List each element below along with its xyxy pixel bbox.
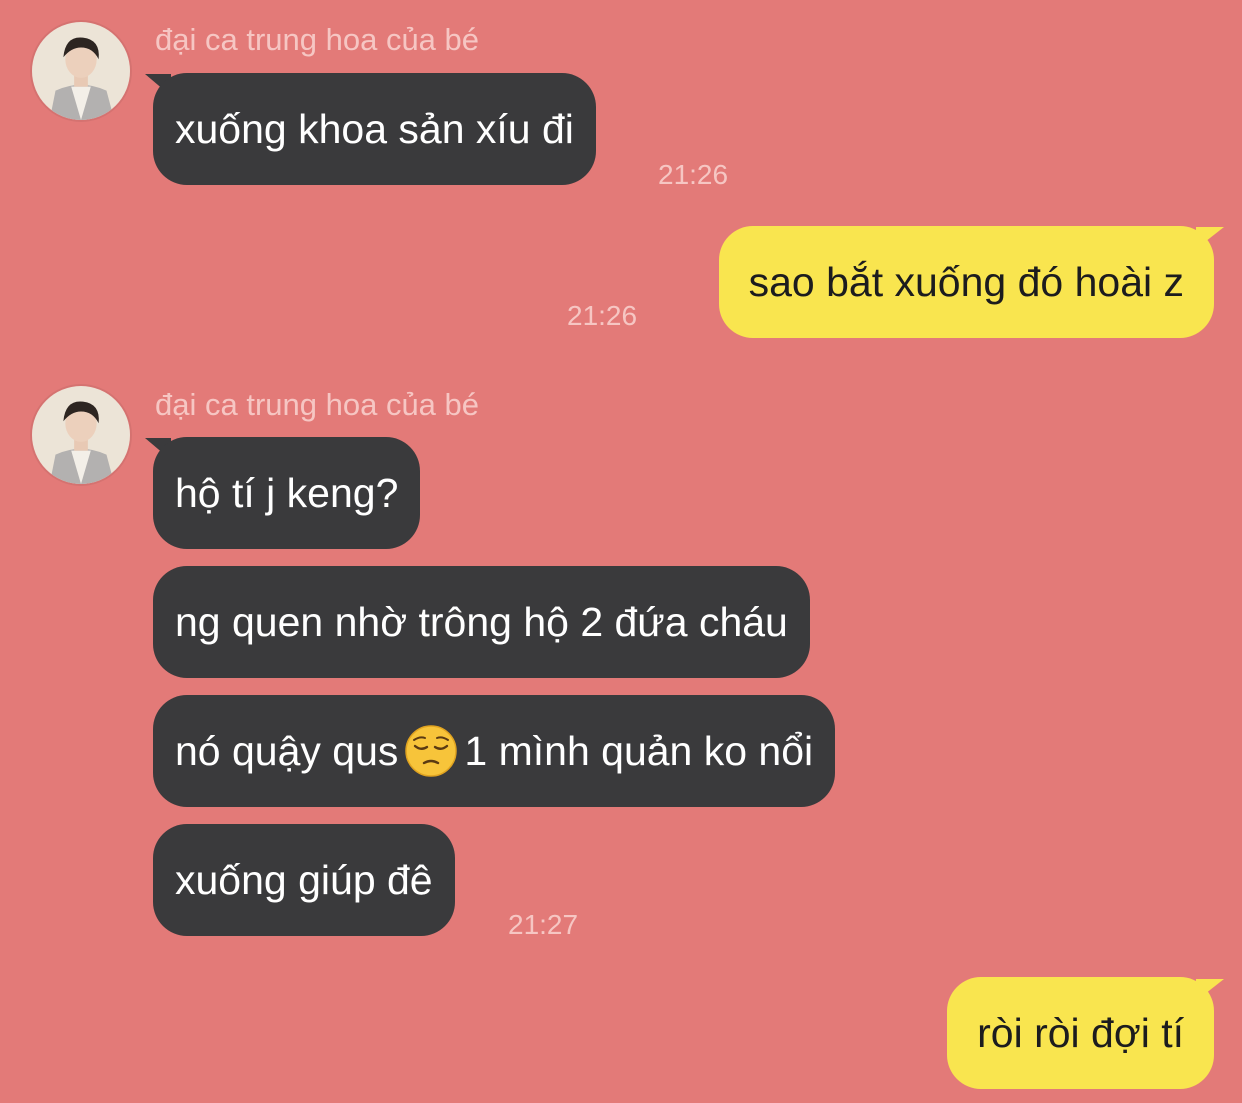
outgoing-message-bubble[interactable]: ròi ròi đợi tí: [947, 977, 1214, 1089]
message-text: sao bắt xuống đó hoài z: [748, 258, 1184, 305]
avatar[interactable]: [30, 20, 132, 122]
sender-name: đại ca trung hoa của bé: [155, 387, 480, 422]
message-timestamp: 21:27: [508, 909, 579, 940]
outgoing-message-bubble[interactable]: sao bắt xuống đó hoài z: [718, 226, 1214, 338]
message-text: xuống khoa sản xíu đi: [175, 105, 574, 152]
incoming-message-bubble[interactable]: nó quậy qus 1 mình quản ko nổi: [153, 695, 836, 807]
sender-name: đại ca trung hoa của bé: [155, 22, 480, 57]
message-text: ng quen nhờ trông hộ 2 đứa cháu: [175, 598, 788, 645]
incoming-message-bubble[interactable]: xuống giúp đê: [153, 824, 455, 936]
message-text: hộ tí j keng?: [175, 469, 399, 516]
incoming-message-bubble[interactable]: ng quen nhờ trông hộ 2 đứa cháu: [153, 566, 810, 678]
message-text: xuống giúp đê: [175, 856, 433, 903]
message-text: ròi ròi đợi tí: [977, 1009, 1184, 1056]
message-text-part: nó quậy qus: [175, 727, 399, 774]
message-timestamp: 21:26: [567, 300, 638, 331]
message-text-part: 1 mình quản ko nổi: [464, 727, 814, 774]
chat-thread[interactable]: đại ca trung hoa của bé xuống khoa sản x…: [0, 0, 1242, 1103]
avatar-photo: [32, 22, 130, 120]
avatar-photo: [32, 386, 130, 484]
incoming-message-bubble[interactable]: xuống khoa sản xíu đi: [153, 73, 596, 185]
message-timestamp: 21:26: [658, 159, 729, 190]
avatar[interactable]: [30, 384, 132, 486]
pensive-face-emoji: [404, 724, 458, 778]
incoming-message-bubble[interactable]: hộ tí j keng?: [153, 437, 421, 549]
